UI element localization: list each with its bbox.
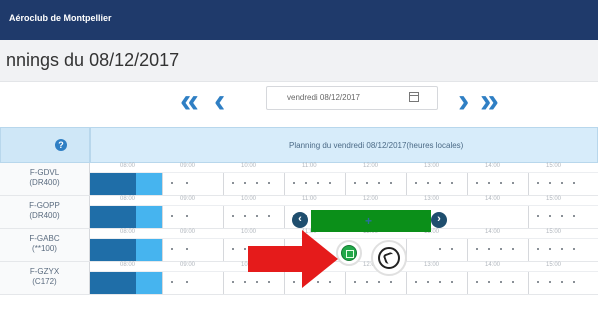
time-cell[interactable] [528,239,598,261]
app-root: Aéroclub de Montpellier nnings du 08/12/… [0,0,598,314]
time-cell[interactable] [467,239,528,261]
hour-label: 13:00 [424,262,440,268]
time-cell[interactable] [162,206,223,228]
hour-label: 08:00 [120,163,136,169]
hour-label: 10:00 [241,229,257,235]
unavailable-slot [136,272,162,294]
time-cell[interactable] [467,272,528,294]
next-day-button[interactable]: › [458,84,469,118]
time-cell[interactable] [528,206,598,228]
time-cell[interactable] [406,173,467,195]
move-icon[interactable]: + [365,214,372,228]
aircraft-type: (DR400) [29,211,60,220]
previous-week-button[interactable]: « [180,84,199,118]
cancel-booking-button[interactable] [371,240,407,276]
hour-label: 09:00 [180,229,196,235]
aircraft-type: (**100) [32,244,57,253]
grid-header: Planning du vendredi 08/12/2017(heures l… [90,127,598,163]
unavailable-slot [90,239,136,261]
hour-label: 11:00 [302,163,317,169]
aircraft-label: F-GDVL (DR400) [0,163,90,195]
top-bar: Aéroclub de Montpellier [0,0,598,40]
time-cell[interactable] [223,173,284,195]
hour-label: 11:00 [302,196,317,202]
time-cell[interactable] [162,173,223,195]
unavailable-slot [136,239,162,261]
aircraft-row: F-GDVL (DR400) 08:00 09:00 10:00 11:00 1… [0,163,598,196]
timeline[interactable] [90,271,598,294]
red-arrow-annotation [248,246,304,272]
time-cell[interactable] [406,272,467,294]
hour-label: 10:00 [241,196,257,202]
hour-labels: 08:00 09:00 10:00 11:00 12:00 13:00 14:0… [90,196,598,204]
aircraft-registration: F-GDVL [29,168,60,177]
hour-label: 14:00 [485,229,501,235]
grid-header-title: Planning du vendredi 08/12/2017(heures l… [289,141,464,150]
hour-label: 08:00 [120,262,136,268]
hour-label: 09:00 [180,163,196,169]
next-week-button[interactable]: » [480,84,499,118]
time-cell[interactable] [284,173,345,195]
hour-label: 13:00 [424,196,440,202]
extend-right-handle[interactable]: › [431,212,447,228]
aircraft-type: (DR400) [29,178,60,187]
unavailable-slot [90,206,136,228]
hour-label: 15:00 [546,163,562,169]
grid-header-left [0,127,90,163]
hour-label: 15:00 [546,262,562,268]
hour-labels: 08:00 09:00 10:00 11:00 12:00 13:00 14:0… [90,163,598,171]
time-cell[interactable] [162,239,223,261]
calendar-icon[interactable] [409,92,419,102]
time-cell[interactable] [162,272,223,294]
time-cell[interactable] [406,239,467,261]
aircraft-registration: F-GABC [29,234,60,243]
previous-day-button[interactable]: ‹ [214,84,225,118]
hour-label: 10:00 [241,163,257,169]
undo-icon [378,247,400,269]
extend-left-handle[interactable]: ‹ [292,212,308,228]
unavailable-slot [90,272,136,294]
time-cell[interactable] [345,272,406,294]
unavailable-slot [136,206,162,228]
timeline[interactable] [90,172,598,195]
time-cell[interactable] [528,272,598,294]
hour-label: 12:00 [363,196,379,202]
title-bar: nnings du 08/12/2017 [0,40,598,82]
aircraft-label: F-GOPP (DR400) [0,196,90,228]
aircraft-label: F-GZYX (C172) [0,262,90,294]
hour-label: 14:00 [485,163,501,169]
hour-label: 14:00 [485,262,501,268]
hour-label: 08:00 [120,196,136,202]
date-field-value: vendredi 08/12/2017 [287,93,360,102]
validate-icon [341,245,357,261]
hour-label: 09:00 [180,262,196,268]
hour-label: 08:00 [120,229,136,235]
red-arrow-head [302,230,338,288]
time-cell[interactable] [345,173,406,195]
aircraft-type: (C172) [32,277,57,286]
time-cell[interactable] [223,206,284,228]
time-cell[interactable] [467,173,528,195]
aircraft-label: F-GABC (**100) [0,229,90,261]
help-icon[interactable]: ? [55,139,67,151]
aircraft-registration: F-GOPP [29,201,60,210]
unavailable-slot [136,173,162,195]
page-title: nnings du 08/12/2017 [6,50,180,70]
hour-label: 12:00 [363,163,379,169]
hour-label: 13:00 [424,163,440,169]
hour-label: 09:00 [180,196,196,202]
time-cell[interactable] [528,173,598,195]
hour-label: 14:00 [485,196,501,202]
unavailable-slot [90,173,136,195]
hour-label: 15:00 [546,196,562,202]
app-name: Aéroclub de Montpellier [9,13,112,23]
date-field[interactable]: vendredi 08/12/2017 [266,86,438,110]
time-cell[interactable] [223,272,284,294]
hour-label: 15:00 [546,229,562,235]
aircraft-registration: F-GZYX [29,267,60,276]
selected-booking[interactable]: + [311,210,431,232]
confirm-booking-button[interactable] [336,240,362,266]
